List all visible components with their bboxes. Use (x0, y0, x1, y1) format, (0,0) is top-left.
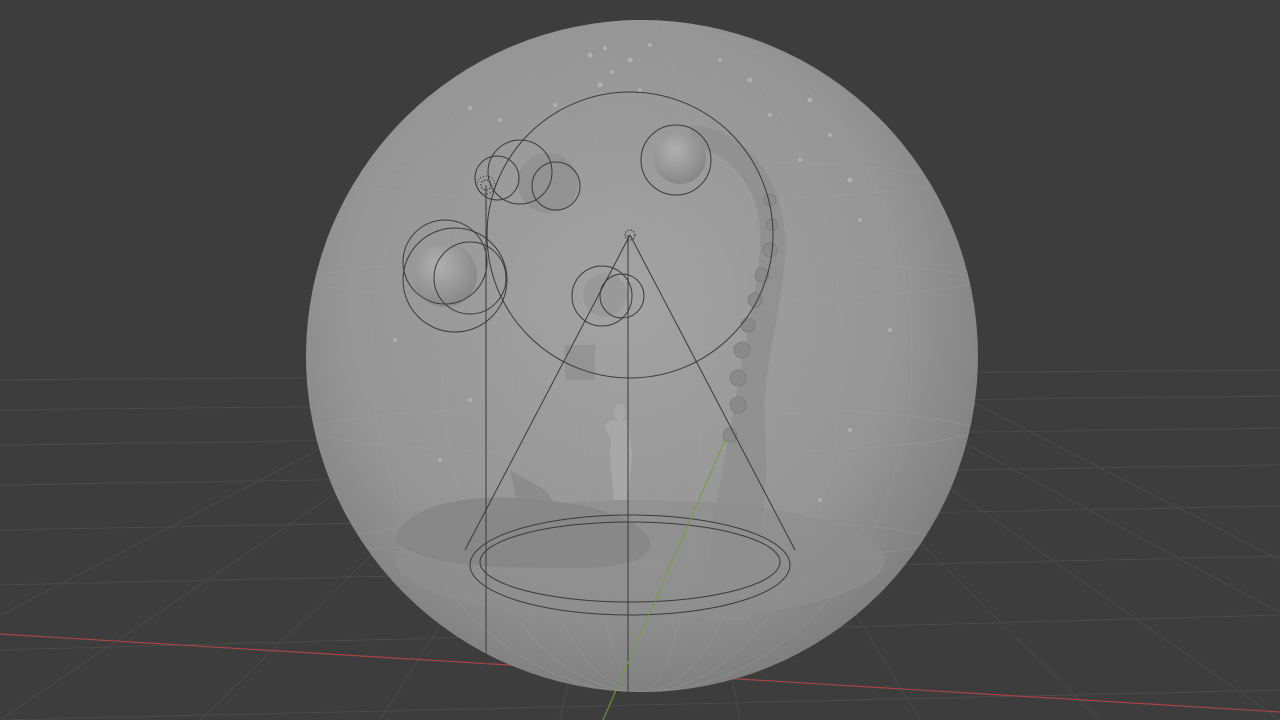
3d-viewport[interactable] (0, 0, 1280, 720)
orb-top-left[interactable] (518, 153, 578, 213)
orb-top-right[interactable] (654, 132, 706, 184)
